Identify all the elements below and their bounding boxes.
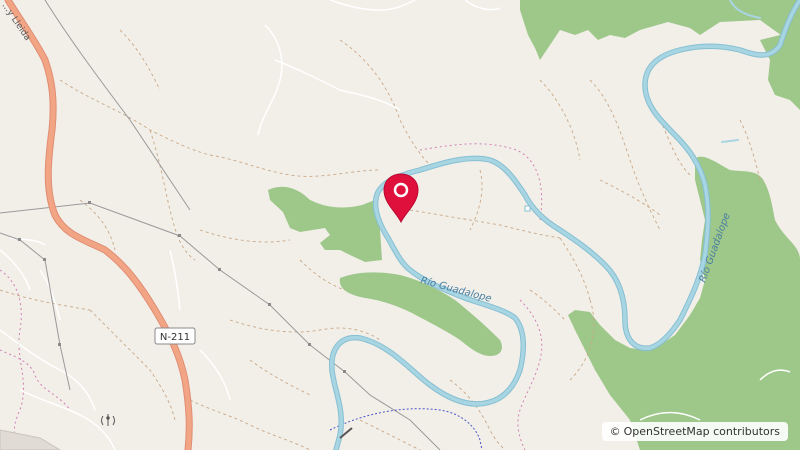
attribution-text[interactable]: OpenStreetMap contributors xyxy=(624,425,780,438)
antenna-icon xyxy=(101,414,115,426)
road-shield-label: N-211 xyxy=(160,332,190,343)
road-shield: N-211 xyxy=(154,327,196,345)
settlement-area xyxy=(0,429,61,450)
forest-area-west xyxy=(268,186,382,262)
primary-road-n211 xyxy=(4,0,193,450)
map-tiles: N-211 ...y Lleida Río Guadalope Río Guad… xyxy=(0,0,800,450)
river-weir xyxy=(524,205,531,212)
copyright-symbol: © xyxy=(609,425,621,438)
location-pin-icon[interactable] xyxy=(383,173,419,224)
water-dashed-line xyxy=(329,408,483,450)
map-canvas[interactable]: N-211 ...y Lleida Río Guadalope Río Guad… xyxy=(0,0,800,450)
forest-area-east xyxy=(568,156,800,450)
map-attribution[interactable]: © OpenStreetMap contributors xyxy=(601,422,788,441)
forest-area-north xyxy=(520,0,800,60)
stream-east xyxy=(721,139,739,143)
